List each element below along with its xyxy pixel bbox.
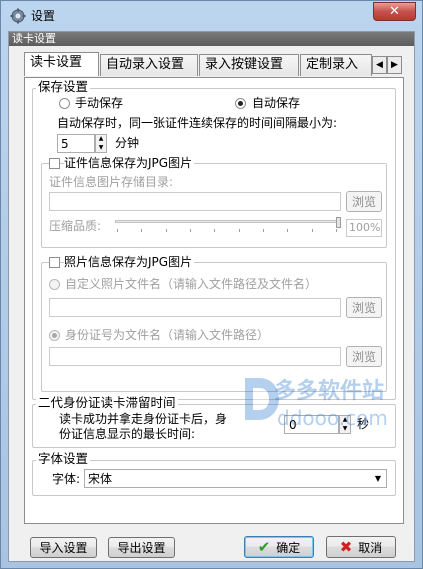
- manual-save-radio[interactable]: [59, 98, 70, 109]
- custom-name-label: 自定义照片文件名（请输入文件路径及文件名）: [65, 277, 318, 291]
- font-group-title: 字体设置: [36, 451, 91, 466]
- tab-scroll-left[interactable]: ◀: [372, 56, 387, 74]
- close-icon: ✕: [389, 4, 400, 19]
- font-select-value: 宋体: [88, 472, 113, 486]
- section-header-label: 读卡设置: [12, 32, 56, 45]
- quality-value-box[interactable]: 100%: [346, 219, 382, 237]
- watermark-cn: 多多软件站: [274, 379, 385, 404]
- export-settings-button[interactable]: 导出设置: [108, 537, 175, 558]
- chevron-right-icon: ▶: [391, 60, 398, 70]
- id-name-radio[interactable]: [49, 330, 60, 341]
- font-select[interactable]: 宋体 ▼: [84, 469, 387, 488]
- window-title: 设置: [31, 9, 56, 23]
- slider-thumb[interactable]: [336, 217, 341, 228]
- cert-dir-label: 证件信息图片存储目录:: [49, 175, 174, 189]
- client-area: 读卡设置 读卡设置 自动录入设置 录入按键设置 定制录入 ◀ ▶ 保存设置 手动…: [8, 31, 415, 562]
- id-name-label: 身份证号为文件名（请输入文件路径）: [65, 328, 270, 342]
- ok-label: 确定: [276, 540, 301, 555]
- id-name-input[interactable]: [49, 347, 341, 366]
- quality-slider[interactable]: [113, 217, 341, 239]
- close-button[interactable]: ✕: [373, 2, 416, 21]
- interval-value: 5: [61, 137, 69, 151]
- cancel-x-icon: ✖: [339, 538, 353, 556]
- spin-up-icon[interactable]: ▲: [96, 135, 106, 143]
- ok-button[interactable]: ✔ 确定: [244, 536, 314, 558]
- stay-time-label-1: 读卡成功并拿走身份证卡后，身: [59, 412, 228, 426]
- interval-unit: 分钟: [115, 136, 140, 150]
- cert-dir-input[interactable]: [49, 192, 341, 211]
- auto-save-radio[interactable]: [235, 98, 246, 109]
- spin-down-icon[interactable]: ▼: [96, 144, 106, 152]
- quality-value: 100%: [349, 221, 381, 234]
- tab-auto-entry[interactable]: 自动录入设置: [100, 54, 198, 76]
- stay-time-title: 二代身份证读卡滞留时间: [36, 395, 178, 410]
- cancel-label: 取消: [358, 540, 383, 555]
- cert-jpg-checkbox[interactable]: [49, 158, 60, 169]
- interval-input[interactable]: 5: [57, 134, 95, 153]
- import-settings-button[interactable]: 导入设置: [30, 537, 97, 558]
- id-browse-button[interactable]: 浏览: [346, 346, 382, 367]
- tab-card-reading[interactable]: 读卡设置: [24, 52, 99, 76]
- custom-name-radio[interactable]: [49, 279, 60, 290]
- settings-window: 设置 ✕ 读卡设置 读卡设置 自动录入设置 录入按键设置 定制录入 ◀ ▶ 保存…: [0, 0, 423, 569]
- interval-label: 自动保存时，同一张证件连续保存的时间间隔最小为:: [57, 116, 338, 130]
- slider-track: [115, 220, 339, 223]
- auto-save-label: 自动保存: [252, 96, 301, 110]
- section-header: 读卡设置: [9, 32, 414, 46]
- custom-browse-button[interactable]: 浏览: [346, 297, 382, 318]
- photo-jpg-label: 照片信息保存为JPG图片: [64, 255, 195, 269]
- watermark-url: ddooo.com: [277, 406, 388, 430]
- window-app-icon: [10, 8, 26, 24]
- cert-browse-button[interactable]: 浏览: [346, 191, 382, 212]
- slider-ticks: [117, 229, 337, 233]
- chevron-down-icon[interactable]: ▼: [370, 470, 386, 487]
- stay-time-label-2: 份证信息显示的最长时间:: [59, 427, 196, 441]
- font-label: 字体:: [52, 472, 81, 486]
- tab-scroll-right[interactable]: ▶: [387, 56, 402, 74]
- tab-strip: 读卡设置 自动录入设置 录入按键设置 定制录入 ◀ ▶: [24, 52, 404, 78]
- custom-name-input[interactable]: [49, 298, 341, 317]
- checkmark-icon: ✔: [257, 538, 271, 556]
- manual-save-label: 手动保存: [75, 96, 124, 110]
- interval-spinner[interactable]: ▲ ▼: [95, 134, 107, 153]
- save-settings-title: 保存设置: [36, 79, 91, 94]
- cert-jpg-label: 证件信息保存为JPG图片: [64, 156, 195, 170]
- chevron-left-icon: ◀: [376, 60, 383, 70]
- photo-jpg-checkbox[interactable]: [49, 257, 60, 268]
- tab-entry-keys[interactable]: 录入按键设置: [199, 54, 299, 76]
- quality-label: 压缩品质:: [49, 219, 102, 233]
- tab-custom-entry[interactable]: 定制录入: [300, 54, 372, 76]
- cancel-button[interactable]: ✖ 取消: [326, 536, 396, 558]
